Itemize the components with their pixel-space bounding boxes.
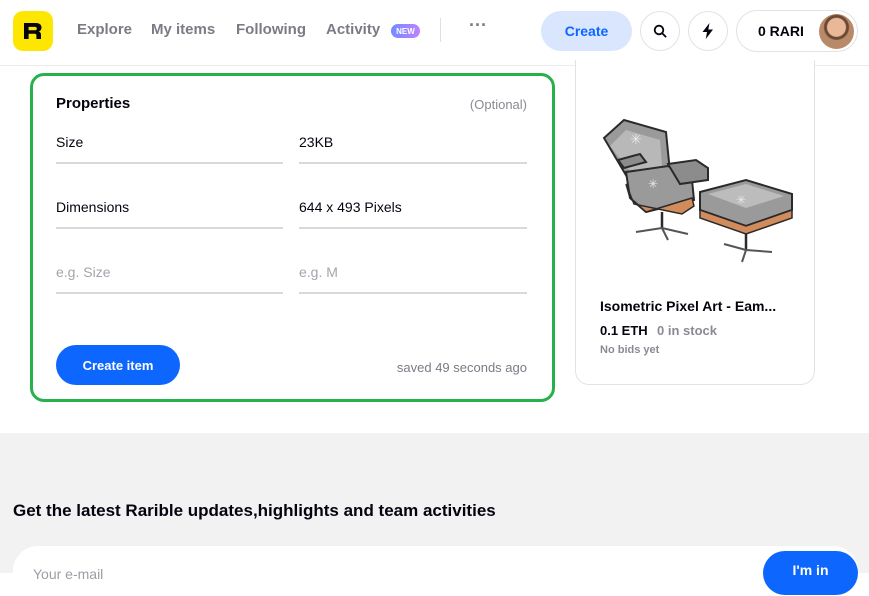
rarible-logo[interactable] xyxy=(13,11,53,51)
property-key-input[interactable]: e.g. Size xyxy=(56,264,283,294)
nav-activity[interactable]: Activity xyxy=(326,21,380,38)
nft-preview-image: ✳ ✳ ✳ xyxy=(602,118,793,263)
properties-title: Properties xyxy=(56,95,131,112)
svg-text:✳: ✳ xyxy=(630,132,642,148)
search-button[interactable] xyxy=(640,11,680,51)
svg-text:✳: ✳ xyxy=(736,193,746,207)
activity-button[interactable] xyxy=(688,11,728,51)
lightning-icon xyxy=(702,23,713,39)
wallet-balance: 0 RARI xyxy=(758,23,804,39)
preview-bids: No bids yet xyxy=(600,344,660,356)
subscribe-button[interactable]: I'm in xyxy=(763,551,858,595)
nav-following[interactable]: Following xyxy=(236,21,306,38)
preview-title: Isometric Pixel Art - Eam... xyxy=(600,298,777,314)
preview-card[interactable]: ✳ ✳ ✳ Isometric Pixel Art - Eam... 0.1 E… xyxy=(575,60,815,385)
email-placeholder: Your e-mail xyxy=(33,566,104,582)
email-field[interactable]: Your e-mail I'm in xyxy=(13,546,858,596)
saved-status: saved 49 seconds ago xyxy=(396,360,527,375)
ottoman-drawing: ✳ xyxy=(699,178,793,263)
optional-label: (Optional) xyxy=(469,97,527,112)
more-menu-button[interactable]: ··· xyxy=(464,16,492,38)
nav-explore[interactable]: Explore xyxy=(77,21,132,38)
wallet-button[interactable]: 0 RARI xyxy=(736,10,858,52)
search-icon xyxy=(653,24,667,38)
property-key-field[interactable]: Size xyxy=(56,134,283,164)
lounge-chair-drawing: ✳ ✳ xyxy=(602,118,709,241)
preview-stock: 0 in stock xyxy=(657,323,717,338)
property-value-input[interactable]: e.g. M xyxy=(299,264,527,294)
nav-divider xyxy=(440,18,441,42)
newsletter-title: Get the latest Rarible updates,highlight… xyxy=(13,501,496,520)
svg-text:✳: ✳ xyxy=(648,177,658,191)
newsletter-footer: Get the latest Rarible updates,highlight… xyxy=(0,433,869,596)
properties-card: Properties (Optional) Size 23KB Dimensio… xyxy=(30,73,555,402)
new-badge: NEW xyxy=(391,24,420,38)
property-value-field[interactable]: 23KB xyxy=(299,134,527,164)
property-value-field[interactable]: 644 x 493 Pixels xyxy=(299,199,527,229)
avatar xyxy=(819,14,854,49)
create-item-button[interactable]: Create item xyxy=(56,345,180,385)
nav-my-items[interactable]: My items xyxy=(151,21,215,38)
rarible-logo-icon xyxy=(24,23,42,39)
preview-price: 0.1 ETH xyxy=(600,323,648,338)
property-key-field[interactable]: Dimensions xyxy=(56,199,283,229)
top-header: Explore My items Following Activity NEW … xyxy=(0,0,869,66)
create-button[interactable]: Create xyxy=(541,11,632,51)
